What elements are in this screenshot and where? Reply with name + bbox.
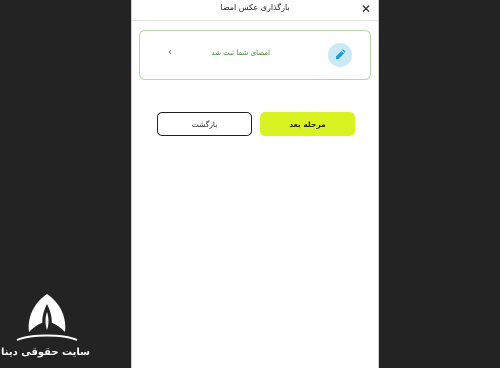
close-icon[interactable]: ✕ bbox=[361, 3, 371, 15]
signature-status-text: امضای شما ثبت شد bbox=[211, 49, 270, 57]
chevron-left-icon[interactable]: ‹ bbox=[168, 47, 172, 58]
modal-header: بارگذاری عکس امضا ✕ bbox=[132, 0, 378, 21]
next-step-button[interactable]: مرحله بعد bbox=[260, 112, 355, 136]
watermark-text: سایت حقوقی دینا bbox=[1, 347, 90, 358]
signature-status-card[interactable]: امضای شما ثبت شد ‹ bbox=[139, 30, 371, 80]
back-button[interactable]: بازگشت bbox=[157, 112, 252, 136]
modal-title: بارگذاری عکس امضا bbox=[220, 3, 290, 12]
signature-pen-icon bbox=[328, 43, 352, 67]
modal-sheet: بارگذاری عکس امضا ✕ امضای شما ثبت شد ‹ م… bbox=[131, 0, 379, 368]
